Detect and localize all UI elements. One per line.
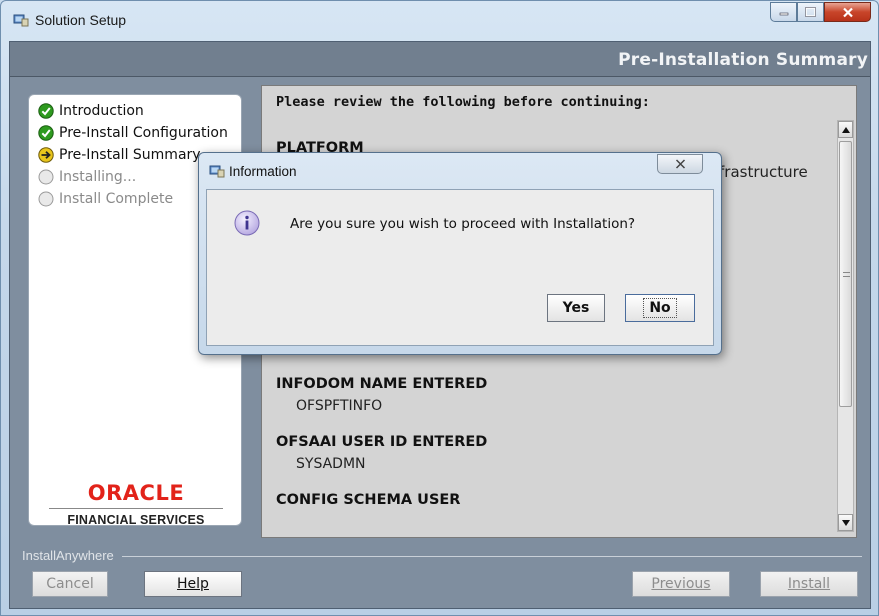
dialog-message: Are you sure you wish to proceed with In… bbox=[290, 216, 636, 232]
step-installing: Installing... bbox=[38, 167, 136, 187]
maximize-icon bbox=[805, 7, 816, 17]
app-installer-icon bbox=[13, 14, 29, 27]
step-install-complete: Install Complete bbox=[38, 189, 173, 209]
arrow-up-icon bbox=[841, 126, 850, 133]
circle-icon bbox=[38, 169, 54, 185]
dialog-body: Are you sure you wish to proceed with In… bbox=[206, 189, 714, 346]
info-icon bbox=[234, 210, 260, 236]
previous-button-label: Previous bbox=[651, 576, 711, 592]
oracle-logo-subtitle: FINANCIAL SERVICES bbox=[67, 513, 205, 527]
platform-value: frastructure bbox=[719, 163, 808, 181]
scroll-up-button[interactable] bbox=[838, 121, 853, 138]
yes-button[interactable]: Yes bbox=[547, 294, 605, 322]
footer-divider bbox=[122, 556, 862, 557]
infodom-value: OFSPFTINFO bbox=[296, 398, 383, 414]
circle-icon bbox=[38, 191, 54, 207]
no-button-label: No bbox=[643, 298, 677, 318]
install-button[interactable]: Install bbox=[760, 571, 858, 597]
help-button-label: Help bbox=[177, 576, 209, 592]
summary-heading: Please review the following before conti… bbox=[276, 94, 650, 110]
grip-icon bbox=[843, 272, 850, 277]
arrow-down-icon bbox=[841, 519, 850, 526]
app-installer-icon bbox=[209, 165, 225, 178]
step-pre-install-summary: Pre-Install Summary bbox=[38, 145, 201, 165]
step-label: Install Complete bbox=[59, 191, 174, 207]
help-button[interactable]: Help bbox=[144, 571, 242, 597]
installanywhere-label: InstallAnywhere bbox=[22, 548, 114, 563]
step-label: Pre-Install Configuration bbox=[59, 125, 228, 141]
logo-divider bbox=[49, 508, 223, 509]
title-bar[interactable]: Solution Setup bbox=[1, 1, 878, 41]
step-label: Installing... bbox=[59, 169, 137, 185]
previous-button[interactable]: Previous bbox=[632, 571, 730, 597]
step-introduction: Introduction bbox=[38, 101, 144, 121]
infodom-title: INFODOM NAME ENTERED bbox=[276, 376, 488, 392]
page-title: Pre-Installation Summary bbox=[618, 50, 868, 70]
cancel-button[interactable]: Cancel bbox=[32, 571, 108, 597]
oracle-logo: ORACLE FINANCIAL SERVICES bbox=[45, 481, 227, 527]
scroll-thumb[interactable] bbox=[839, 141, 852, 407]
config-schema-title: CONFIG SCHEMA USER bbox=[276, 492, 461, 508]
user-id-title: OFSAAI USER ID ENTERED bbox=[276, 434, 488, 450]
install-button-label: Install bbox=[787, 576, 831, 592]
close-icon bbox=[675, 159, 685, 169]
summary-scrollbar[interactable] bbox=[837, 120, 854, 532]
minimize-button[interactable] bbox=[770, 2, 797, 22]
close-button[interactable] bbox=[824, 2, 871, 22]
header-bar: Pre-Installation Summary bbox=[10, 42, 870, 77]
caption-buttons bbox=[770, 2, 871, 22]
close-icon bbox=[842, 7, 853, 17]
minimize-icon bbox=[779, 12, 788, 16]
arrow-right-icon bbox=[38, 147, 54, 163]
step-label: Pre-Install Summary bbox=[59, 147, 201, 163]
scroll-down-button[interactable] bbox=[838, 514, 853, 531]
user-id-value: SYSADMN bbox=[296, 456, 366, 472]
information-dialog: Information Are you sure you wish to pro… bbox=[198, 152, 722, 355]
check-icon bbox=[38, 125, 54, 141]
dialog-title: Information bbox=[229, 164, 297, 179]
step-label: Introduction bbox=[59, 103, 144, 119]
no-button[interactable]: No bbox=[625, 294, 695, 322]
window-title: Solution Setup bbox=[35, 12, 127, 28]
dialog-close-button[interactable] bbox=[657, 154, 703, 174]
oracle-logo-word: ORACLE bbox=[87, 481, 185, 505]
check-icon bbox=[38, 103, 54, 119]
step-pre-install-configuration: Pre-Install Configuration bbox=[38, 123, 228, 143]
maximize-button[interactable] bbox=[797, 2, 824, 22]
